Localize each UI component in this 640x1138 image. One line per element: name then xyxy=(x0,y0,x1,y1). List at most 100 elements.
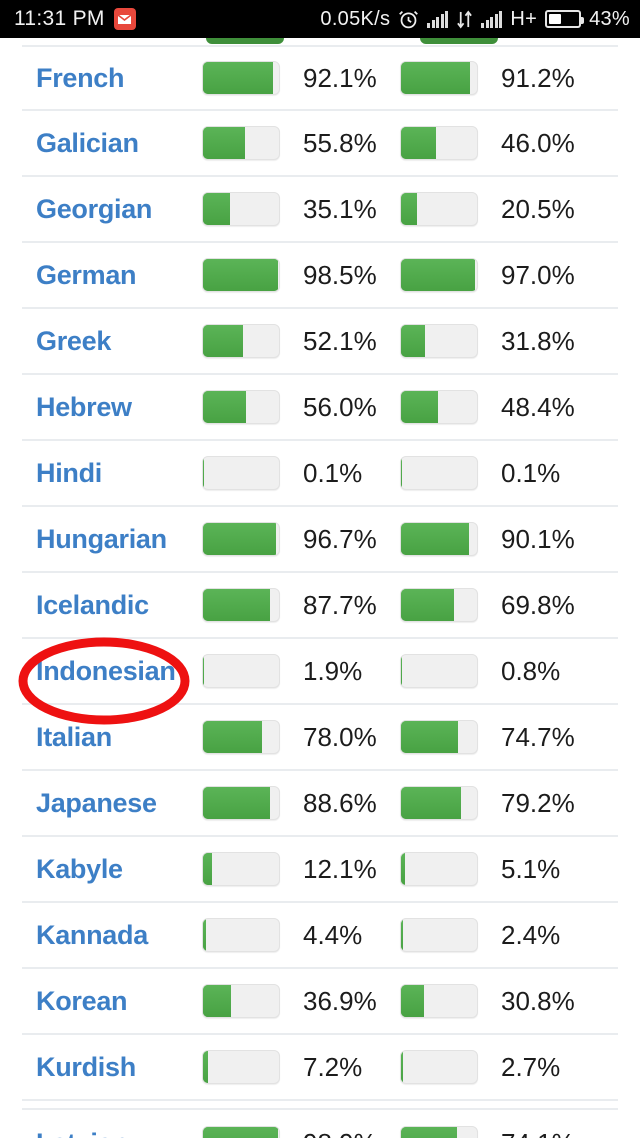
table-row[interactable]: Korean 36.9% 30.8% xyxy=(22,969,618,1035)
percent-value-1: 96.7% xyxy=(303,523,377,554)
progress-bar-2 xyxy=(400,588,478,622)
percent-value-1: 35.1% xyxy=(303,193,377,224)
progress-bar-partial-top-2 xyxy=(420,38,498,44)
table-row[interactable]: French 92.1% 91.2% xyxy=(22,45,618,111)
language-link[interactable]: Italian xyxy=(22,722,202,753)
progress-bar-1 xyxy=(202,390,280,424)
progress-bar-partial-top-1 xyxy=(206,38,284,44)
progress-bar-1 xyxy=(202,258,280,292)
percent-value-1: 0.1% xyxy=(303,457,363,488)
percent-value-1: 1.9% xyxy=(303,655,363,686)
language-link[interactable]: Hebrew xyxy=(22,392,202,423)
table-row[interactable]: Kurdish 7.2% 2.7% xyxy=(22,1035,618,1101)
progress-bar-2 xyxy=(400,984,478,1018)
language-link[interactable]: Kabyle xyxy=(22,854,202,885)
percent-value-2: 46.0% xyxy=(501,127,575,158)
percent-value-2: 97.0% xyxy=(501,259,575,290)
percent-value-1: 88.6% xyxy=(303,787,377,818)
progress-bar-2 xyxy=(400,1126,478,1138)
percent-value-2: 5.1% xyxy=(501,853,561,884)
table-row[interactable]: Greek 52.1% 31.8% xyxy=(22,309,618,375)
progress-bar-2 xyxy=(400,126,478,160)
progress-bar-2 xyxy=(400,522,478,556)
progress-bar-1 xyxy=(202,61,280,95)
language-link[interactable]: Hindi xyxy=(22,458,202,489)
percent-value-1: 56.0% xyxy=(303,391,377,422)
percent-value-2: 74.7% xyxy=(501,721,575,752)
language-link[interactable]: French xyxy=(22,63,202,94)
status-bar-left: 11:31 PM xyxy=(14,7,136,31)
language-link[interactable]: Japanese xyxy=(22,788,202,819)
language-stats-table[interactable]: French 92.1% 91.2% Galician 55.8% 46.0% Georgi… xyxy=(0,45,640,1101)
status-clock: 11:31 PM xyxy=(14,7,105,30)
percent-value-1: 98.5% xyxy=(303,259,377,290)
table-row[interactable]: Icelandic 87.7% 69.8% xyxy=(22,573,618,639)
language-link[interactable]: Hungarian xyxy=(22,524,202,555)
percent-value-2: 91.2% xyxy=(501,62,575,93)
percent-value-1: 98.9% xyxy=(280,1128,400,1138)
progress-bar-1 xyxy=(202,852,280,886)
percent-value-2: 2.7% xyxy=(501,1051,561,1082)
progress-bar-2 xyxy=(400,390,478,424)
clipped-top-row xyxy=(22,38,618,45)
language-link[interactable]: Georgian xyxy=(22,194,202,225)
table-row[interactable]: Hindi 0.1% 0.1% xyxy=(22,441,618,507)
percent-value-2: 48.4% xyxy=(501,391,575,422)
language-link[interactable]: Kannada xyxy=(22,920,202,951)
table-row[interactable]: Kannada 4.4% 2.4% xyxy=(22,903,618,969)
network-speed-text: 0.05K/s xyxy=(320,7,391,30)
language-link[interactable]: Kurdish xyxy=(22,1052,202,1083)
table-row[interactable]: Japanese 88.6% 79.2% xyxy=(22,771,618,837)
table-row[interactable]: Indonesian 1.9% 0.8% xyxy=(22,639,618,705)
progress-bar-1 xyxy=(202,126,280,160)
progress-bar-1 xyxy=(202,720,280,754)
percent-value-2: 30.8% xyxy=(501,985,575,1016)
percent-value-1: 92.1% xyxy=(303,62,377,93)
app-screen: 11:31 PM 0.05K/s H+ 43% French 92.1% 91.… xyxy=(0,0,640,1138)
progress-bar-2 xyxy=(400,852,478,886)
percent-value-1: 78.0% xyxy=(303,721,377,752)
language-link[interactable]: German xyxy=(22,260,202,291)
progress-bar-2 xyxy=(400,720,478,754)
language-link[interactable]: Latvian xyxy=(22,1128,202,1138)
gmail-icon xyxy=(113,8,136,30)
percent-value-1: 7.2% xyxy=(303,1051,363,1082)
progress-bar-1 xyxy=(202,522,280,556)
progress-bar-2 xyxy=(400,918,478,952)
table-row[interactable]: Galician 55.8% 46.0% xyxy=(22,111,618,177)
language-link[interactable]: Galician xyxy=(22,128,202,159)
progress-bar-1 xyxy=(202,1050,280,1084)
progress-bar-1 xyxy=(202,1126,280,1138)
alarm-clock-icon xyxy=(398,9,419,30)
progress-bar-1 xyxy=(202,456,280,490)
table-row[interactable]: Hebrew 56.0% 48.4% xyxy=(22,375,618,441)
percent-value-2: 79.2% xyxy=(501,787,575,818)
progress-bar-2 xyxy=(400,192,478,226)
percent-value-2: 31.8% xyxy=(501,325,575,356)
progress-bar-1 xyxy=(202,786,280,820)
progress-bar-2 xyxy=(400,456,478,490)
language-link[interactable]: Icelandic xyxy=(22,590,202,621)
progress-bar-1 xyxy=(202,654,280,688)
progress-bar-2 xyxy=(400,258,478,292)
progress-bar-2 xyxy=(400,786,478,820)
data-transfer-arrows-icon xyxy=(456,9,473,29)
progress-bar-1 xyxy=(202,192,280,226)
language-link[interactable]: Indonesian xyxy=(22,656,202,687)
language-link[interactable]: Korean xyxy=(22,986,202,1017)
percent-value-1: 87.7% xyxy=(303,589,377,620)
progress-bar-1 xyxy=(202,588,280,622)
clipped-bottom-row: Latvian 98.9% 74.1% xyxy=(22,1108,618,1138)
progress-bar-2 xyxy=(400,654,478,688)
language-link[interactable]: Greek xyxy=(22,326,202,357)
progress-bar-2 xyxy=(400,1050,478,1084)
table-row[interactable]: Georgian 35.1% 20.5% xyxy=(22,177,618,243)
table-row[interactable]: Kabyle 12.1% 5.1% xyxy=(22,837,618,903)
table-row[interactable]: German 98.5% 97.0% xyxy=(22,243,618,309)
table-row[interactable]: Hungarian 96.7% 90.1% xyxy=(22,507,618,573)
progress-bar-2 xyxy=(400,324,478,358)
table-row[interactable]: Italian 78.0% 74.7% xyxy=(22,705,618,771)
battery-level-text: 43% xyxy=(589,7,630,30)
progress-bar-1 xyxy=(202,984,280,1018)
status-bar: 11:31 PM 0.05K/s H+ 43% xyxy=(0,0,640,38)
